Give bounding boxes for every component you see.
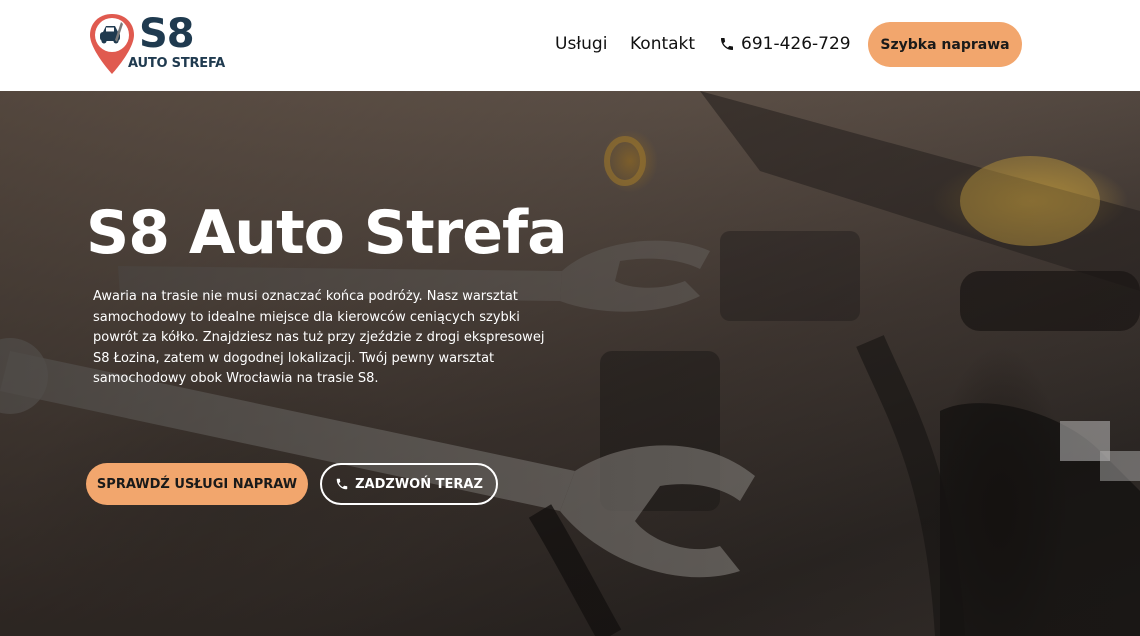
logo-text: S8 <box>139 11 195 57</box>
phone-icon <box>721 38 733 50</box>
hero-title: S8 Auto Strefa <box>86 198 568 268</box>
phone-icon <box>336 478 348 490</box>
nav-phone-link[interactable]: 691-426-729 <box>719 33 851 55</box>
logo-subtitle: AUTO STREFA <box>128 56 226 71</box>
site-header: S8 AUTO STREFA Usługi Kontakt 691-426-72… <box>0 0 1140 91</box>
hero-description: Awaria na trasie nie musi oznaczać końca… <box>93 289 545 386</box>
check-services-button[interactable]: SPRAWDŹ USŁUGI NAPRAW <box>86 463 308 505</box>
quick-repair-button[interactable]: Szybka naprawa <box>868 22 1022 67</box>
call-now-button[interactable]: ZADZWOŃ TERAZ <box>320 463 498 505</box>
call-now-label: ZADZWOŃ TERAZ <box>355 476 483 492</box>
logo[interactable]: S8 AUTO STREFA <box>88 11 225 76</box>
nav-link-services[interactable]: Usługi <box>555 33 607 55</box>
phone-number: 691-426-729 <box>741 34 851 54</box>
nav-link-contact[interactable]: Kontakt <box>630 33 695 55</box>
hero-section: S8 Auto Strefa Awaria na trasie nie musi… <box>0 91 1140 636</box>
